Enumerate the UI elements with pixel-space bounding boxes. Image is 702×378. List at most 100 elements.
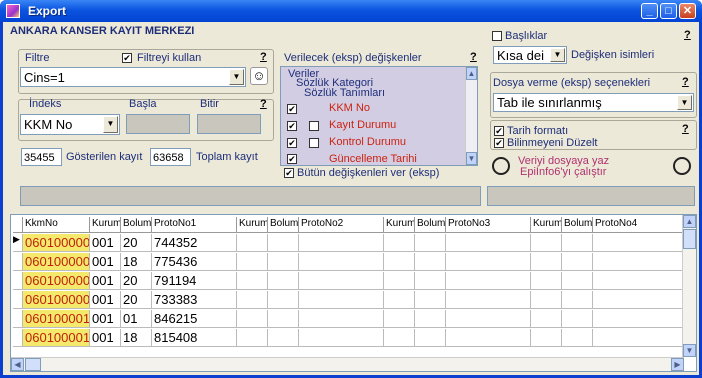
grid-vertical-scrollbar[interactable]: ▲ ▼	[682, 215, 696, 357]
variables-list[interactable]: Veriler Sözlük Kategori Sözlük Tanımları…	[280, 66, 478, 166]
column-header[interactable]: Bolum	[415, 217, 446, 233]
chevron-down-icon[interactable]: ▼	[229, 69, 244, 85]
column-header[interactable]: ProtoNo2	[299, 217, 384, 233]
grid-cell[interactable]	[268, 253, 299, 271]
grid-cell[interactable]	[268, 310, 299, 328]
date-format-checkbox[interactable]: ✔	[494, 126, 504, 136]
grid-cell[interactable]	[593, 291, 684, 309]
row-selector[interactable]	[13, 291, 23, 309]
grid-cell[interactable]	[299, 253, 384, 271]
data-grid[interactable]: KkmNo Kurum Bolum ProtoNo1 Kurum Bolum P…	[10, 214, 697, 372]
grid-cell[interactable]	[237, 234, 268, 252]
row-selector[interactable]	[13, 272, 23, 290]
scroll-thumb[interactable]	[683, 229, 696, 249]
grid-cell[interactable]: 060100001	[23, 329, 90, 347]
grid-cell[interactable]	[446, 329, 531, 347]
grid-cell[interactable]: 775436	[152, 253, 237, 271]
column-header[interactable]: Kurum	[384, 217, 415, 233]
variables-scrollbar[interactable]: ▲ ▼	[465, 67, 477, 165]
grid-cell[interactable]: 18	[121, 253, 152, 271]
variable-checkbox[interactable]: ✔	[287, 104, 297, 114]
grid-cell[interactable]	[446, 291, 531, 309]
grid-cell[interactable]	[415, 253, 446, 271]
grid-cell[interactable]	[562, 234, 593, 252]
column-header[interactable]: ProtoNo3	[446, 217, 531, 233]
filter-help-button[interactable]: ?	[260, 51, 267, 63]
grid-cell[interactable]	[531, 310, 562, 328]
grid-cell[interactable]	[299, 310, 384, 328]
grid-cell[interactable]	[415, 234, 446, 252]
grid-cell[interactable]	[531, 234, 562, 252]
variable-checkbox[interactable]: ✔	[287, 121, 297, 131]
scroll-left-icon[interactable]: ◀	[11, 358, 24, 371]
chevron-down-icon[interactable]: ▼	[550, 48, 565, 62]
grid-cell[interactable]: 001	[90, 253, 121, 271]
grid-cell[interactable]	[384, 291, 415, 309]
chevron-down-icon[interactable]: ▼	[103, 116, 118, 133]
export-options-help-button[interactable]: ?	[682, 76, 689, 88]
variable-item[interactable]: Kontrol Durumu	[329, 136, 406, 148]
write-radio-button[interactable]	[492, 157, 510, 175]
variable-sub-checkbox[interactable]	[309, 121, 319, 131]
grid-cell[interactable]	[562, 310, 593, 328]
grid-cell[interactable]: 060100000	[23, 253, 90, 271]
grid-cell[interactable]	[531, 291, 562, 309]
chevron-down-icon[interactable]: ▼	[677, 95, 692, 110]
grid-cell[interactable]: 001	[90, 291, 121, 309]
start-input[interactable]	[126, 114, 190, 134]
smiley-icon[interactable]: ☺	[250, 67, 268, 85]
headers-help-button[interactable]: ?	[684, 29, 691, 41]
grid-cell[interactable]: 060100001	[23, 310, 90, 328]
grid-cell[interactable]	[268, 291, 299, 309]
fix-unknown-checkbox[interactable]: ✔	[494, 138, 504, 148]
grid-cell[interactable]	[593, 272, 684, 290]
grid-cell[interactable]: 744352	[152, 234, 237, 252]
scroll-down-icon[interactable]: ▼	[466, 152, 477, 165]
maximize-button[interactable]: □	[660, 3, 677, 19]
grid-cell[interactable]	[531, 272, 562, 290]
grid-cell[interactable]: 846215	[152, 310, 237, 328]
grid-cell[interactable]	[446, 253, 531, 271]
scroll-up-icon[interactable]: ▲	[683, 215, 696, 228]
close-button[interactable]: ✕	[679, 3, 696, 19]
grid-cell[interactable]	[237, 272, 268, 290]
grid-cell[interactable]	[268, 329, 299, 347]
headers-checkbox[interactable]	[492, 31, 502, 41]
column-header[interactable]: Bolum	[562, 217, 593, 233]
scroll-right-icon[interactable]: ▶	[671, 358, 684, 371]
grid-cell[interactable]: 791194	[152, 272, 237, 290]
grid-cell[interactable]: 060100000	[23, 291, 90, 309]
grid-cell[interactable]	[268, 234, 299, 252]
grid-cell[interactable]: 060100000	[23, 272, 90, 290]
grid-cell[interactable]	[415, 291, 446, 309]
grid-cell[interactable]: 18	[121, 329, 152, 347]
minimize-button[interactable]: _	[641, 3, 658, 19]
current-row-indicator[interactable]: ▶	[13, 234, 23, 252]
grid-cell[interactable]: 733383	[152, 291, 237, 309]
column-header[interactable]: ProtoNo4	[593, 217, 684, 233]
variable-item[interactable]: KKM No	[329, 102, 370, 114]
column-header[interactable]: Bolum	[121, 217, 152, 233]
grid-cell[interactable]: 001	[90, 234, 121, 252]
options-help-button[interactable]: ?	[682, 123, 689, 135]
title-bar[interactable]: Export _ □ ✕	[0, 0, 702, 22]
scroll-thumb[interactable]	[25, 358, 41, 371]
grid-cell[interactable]	[531, 329, 562, 347]
grid-cell[interactable]	[562, 253, 593, 271]
grid-cell[interactable]: 001	[90, 329, 121, 347]
grid-cell[interactable]	[384, 329, 415, 347]
column-header[interactable]: ProtoNo1	[152, 217, 237, 233]
grid-cell[interactable]	[562, 329, 593, 347]
grid-cell[interactable]	[237, 291, 268, 309]
variable-checkbox[interactable]: ✔	[287, 154, 297, 164]
grid-cell[interactable]	[237, 329, 268, 347]
row-selector[interactable]	[13, 253, 23, 271]
grid-cell[interactable]	[384, 272, 415, 290]
grid-cell[interactable]: 20	[121, 234, 152, 252]
grid-cell[interactable]	[237, 310, 268, 328]
grid-cell[interactable]	[593, 329, 684, 347]
grid-cell[interactable]	[531, 253, 562, 271]
grid-cell[interactable]: 01	[121, 310, 152, 328]
grid-cell[interactable]	[299, 329, 384, 347]
grid-cell[interactable]	[384, 310, 415, 328]
